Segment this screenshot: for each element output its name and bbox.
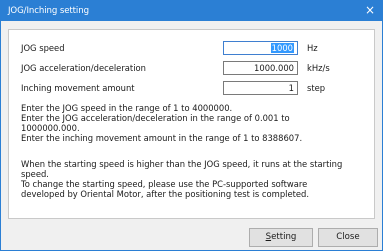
jog-speed-input[interactable]: 1000 [223,41,298,55]
range-info-line: Enter the inching movement amount in the… [21,133,303,143]
close-button[interactable]: Close [318,228,378,247]
note-line: developed by Oriental Motor, after the p… [21,189,310,199]
starting-speed-note: When the starting speed is higher than t… [21,159,361,199]
inching-label: Inching movement amount [21,83,135,93]
jog-speed-label: JOG speed [21,43,65,53]
jog-inching-dialog: JOG/Inching setting × JOG speed 1000 Hz … [0,0,383,251]
close-icon[interactable]: × [364,4,376,16]
note-line: To change the starting speed, please use… [21,179,308,189]
note-line: speed. [21,169,49,179]
jog-accel-unit: kHz/s [307,63,330,73]
title-bar: JOG/Inching setting × [1,1,382,21]
range-info-line: Enter the JOG speed in the range of 1 to… [21,103,233,113]
range-info: Enter the JOG speed in the range of 1 to… [21,103,361,143]
jog-speed-value: 1000 [270,43,294,53]
settings-panel: JOG speed 1000 Hz JOG acceleration/decel… [8,29,375,219]
jog-accel-input[interactable]: 1000.000 [223,61,298,75]
jog-accel-label: JOG acceleration/deceleration [21,63,146,73]
setting-button-label: etting [271,232,297,242]
inching-input[interactable]: 1 [223,81,298,95]
note-line: When the starting speed is higher than t… [21,159,343,169]
range-info-line: Enter the JOG acceleration/deceleration … [21,113,290,123]
inching-unit: step [307,83,326,93]
range-info-line: 1000000.000. [21,123,80,133]
setting-button[interactable]: Setting [249,228,313,247]
jog-speed-unit: Hz [307,43,318,53]
window-title: JOG/Inching setting [8,6,89,16]
